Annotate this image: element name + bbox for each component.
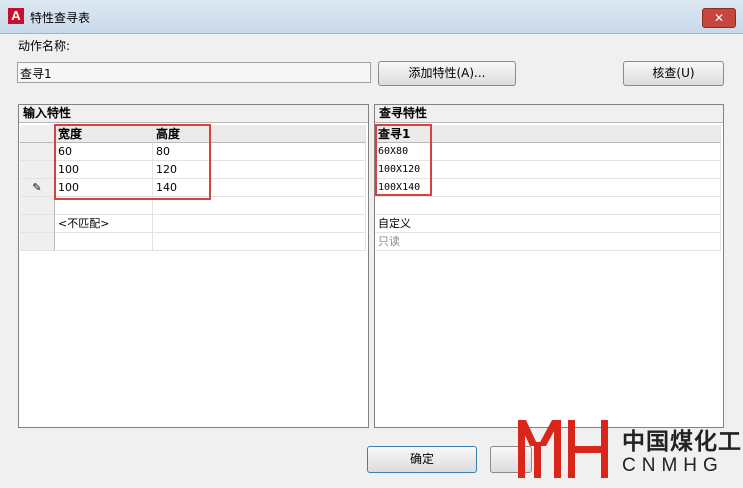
row-marker[interactable] <box>20 197 55 215</box>
input-properties-title: 输入特性 <box>19 105 368 123</box>
add-property-button[interactable]: 添加特性(A)... <box>378 61 516 86</box>
row-marker[interactable]: ✎ <box>20 179 55 197</box>
row-marker[interactable] <box>20 161 55 179</box>
title-bar: A 特性查寻表 ✕ <box>0 0 743 34</box>
input-cell-height[interactable] <box>153 233 366 251</box>
close-button[interactable]: ✕ <box>702 8 736 28</box>
input-cell-width[interactable] <box>55 233 153 251</box>
watermark-sub: CNMHG <box>622 455 724 476</box>
row-header-corner <box>20 125 55 143</box>
row-marker[interactable] <box>20 215 55 233</box>
window-title: 特性查寻表 <box>30 11 91 25</box>
watermark-name: 中国煤化工 <box>622 429 742 455</box>
watermark-logo <box>518 420 608 478</box>
lookup-cell[interactable]: 自定义 <box>375 215 721 233</box>
lookup-properties-title: 查寻特性 <box>375 105 723 123</box>
input-cell-height[interactable] <box>153 215 366 233</box>
audit-button[interactable]: 核查(U) <box>623 61 724 86</box>
action-name-label: 动作名称: <box>18 39 71 53</box>
lookup-cell[interactable]: 只读 <box>375 233 721 251</box>
action-name-value: 查寻1 <box>20 67 52 81</box>
row-marker[interactable] <box>20 233 55 251</box>
autocad-logo-icon: A <box>8 8 24 24</box>
ok-button[interactable]: 确定 <box>367 446 477 473</box>
input-values-highlight <box>54 124 211 200</box>
input-cell-width[interactable]: <不匹配> <box>55 215 153 233</box>
row-marker[interactable] <box>20 143 55 161</box>
action-name-field[interactable]: 查寻1 <box>17 62 371 83</box>
lookup-cell[interactable] <box>375 197 721 215</box>
lookup-values-highlight <box>375 124 432 196</box>
